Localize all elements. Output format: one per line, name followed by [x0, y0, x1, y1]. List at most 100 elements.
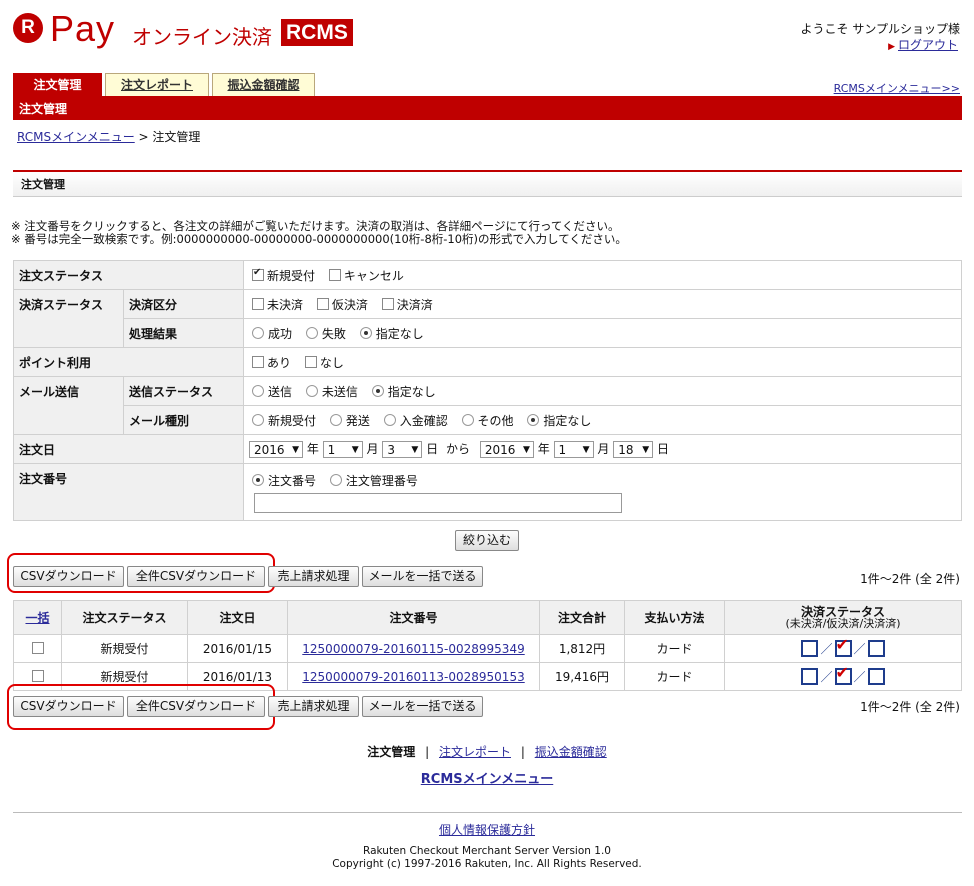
radio-mail-payment[interactable]: [383, 413, 396, 426]
option-label: 指定なし: [375, 326, 424, 341]
tab-order-management[interactable]: 注文管理: [13, 73, 102, 96]
to-day-select[interactable]: 18 ▼: [613, 441, 654, 458]
cell-total: 19,416円: [539, 662, 625, 691]
point-usage-options: あり なし: [243, 347, 962, 377]
online-payment-logo-text: オンライン決済: [132, 25, 272, 49]
mail-type-label: メール種別: [123, 405, 244, 435]
from-text: から: [446, 442, 471, 456]
checkbox-point-no[interactable]: [304, 355, 317, 368]
slash-divider: ／: [820, 642, 833, 656]
filter-submit-button[interactable]: 絞り込む: [455, 530, 519, 551]
bulk-select-link[interactable]: 一括: [25, 611, 49, 625]
bulk-mail-button-bottom[interactable]: メールを一括で送る: [362, 696, 483, 717]
breadcrumb-current: 注文管理: [152, 130, 201, 144]
footer-transfer-link[interactable]: 振込金額確認: [535, 745, 607, 759]
csv-all-download-button[interactable]: 全件CSVダウンロード: [127, 566, 265, 587]
option-label: 新規受付: [267, 268, 316, 283]
row-checkbox[interactable]: [31, 641, 44, 654]
footer-nav-separator: |: [520, 745, 525, 759]
order-number-link[interactable]: 1250000079-20160115-0028995349: [302, 642, 524, 656]
radio-failure[interactable]: [305, 326, 318, 339]
month-unit: 月: [366, 442, 379, 456]
checkbox-unsettled[interactable]: [252, 297, 264, 310]
sales-request-button-bottom[interactable]: 売上請求処理: [268, 696, 359, 717]
header-bulk[interactable]: 一括: [13, 600, 62, 635]
footer-copyright: Copyright (c) 1997-2016 Rakuten, Inc. Al…: [332, 858, 642, 870]
order-number-input[interactable]: [254, 493, 622, 513]
from-year-select[interactable]: 2016 ▼: [249, 441, 303, 458]
footer-rcms-main-link[interactable]: RCMSメインメニュー: [421, 772, 553, 787]
breadcrumb-separator: >: [134, 130, 153, 144]
radio-mail-other[interactable]: [461, 413, 474, 426]
logout-link[interactable]: ログアウト: [898, 38, 958, 52]
cell-method: カード: [624, 662, 725, 691]
csv-download-button[interactable]: CSVダウンロード: [13, 566, 124, 587]
row-checkbox[interactable]: [31, 669, 44, 682]
tab-transfer-amount[interactable]: 振込金額確認: [212, 73, 315, 96]
dropdown-arrow-icon: ▼: [522, 445, 530, 455]
settled-status-icon: [867, 668, 885, 685]
cell-status: 新規受付: [61, 634, 188, 663]
checkbox-provisional[interactable]: [316, 297, 329, 310]
page-title: 注文管理: [13, 96, 962, 120]
checkbox-settled[interactable]: [381, 297, 394, 310]
radio-unspecified[interactable]: [359, 326, 372, 339]
dropdown-arrow-icon: ▼: [292, 445, 299, 455]
order-date-range: 2016 ▼ 年 1 ▼ 月 3 ▼ 日 から 2016 ▼ 年 1 ▼ 月 18 ▼ 日: [243, 434, 962, 464]
month-unit: 月: [597, 442, 610, 456]
rcms-main-menu-link-top[interactable]: RCMSメインメニュー>>: [834, 80, 960, 96]
radio-unsent[interactable]: [305, 384, 318, 397]
to-month-select[interactable]: 1 ▼: [553, 441, 594, 458]
option-label: 決済済: [396, 297, 433, 312]
option-label: キャンセル: [343, 268, 404, 283]
footer-nav-current: 注文管理: [367, 745, 416, 759]
select-value: 18: [618, 443, 634, 457]
cell-total: 1,812円: [539, 634, 625, 663]
dropdown-arrow-icon: ▼: [642, 445, 650, 455]
footer-nav: 注文管理 | 注文レポート | 振込金額確認: [0, 743, 974, 760]
footer-order-report-link[interactable]: 注文レポート: [439, 745, 511, 759]
csv-all-download-button-bottom[interactable]: 全件CSVダウンロード: [127, 696, 265, 717]
cell-payment-status: ／／: [724, 662, 962, 691]
radio-success[interactable]: [252, 326, 264, 339]
logout-link-wrap: ▶ ログアウト: [888, 36, 958, 53]
order-number-field: 注文番号 注文管理番号: [243, 463, 962, 521]
radio-mail-new[interactable]: [252, 413, 264, 426]
checkbox-new-order[interactable]: [252, 267, 264, 281]
breadcrumb-home-link[interactable]: RCMSメインメニュー: [17, 130, 135, 144]
tab-order-report[interactable]: 注文レポート: [105, 73, 209, 96]
radio-management-number[interactable]: [329, 474, 342, 486]
to-year-select[interactable]: 2016 ▼: [479, 441, 534, 458]
checkbox-point-yes[interactable]: [252, 355, 264, 368]
from-month-select[interactable]: 1 ▼: [322, 441, 363, 458]
radio-mail-unspecified[interactable]: [527, 413, 540, 426]
option-label: あり: [267, 355, 292, 370]
provisional-status-check-icon: [834, 635, 852, 657]
from-day-select[interactable]: 3 ▼: [382, 441, 423, 458]
cell-number: 1250000079-20160115-0028995349: [287, 634, 540, 663]
year-unit: 年: [537, 442, 550, 456]
radio-mail-ship[interactable]: [329, 413, 342, 426]
order-number-link[interactable]: 1250000079-20160113-0028950153: [302, 670, 524, 684]
cell-number: 1250000079-20160113-0028950153: [287, 662, 540, 691]
csv-download-button-bottom[interactable]: CSVダウンロード: [13, 696, 124, 717]
rakuten-r-logo: R: [13, 13, 43, 43]
sales-request-button[interactable]: 売上請求処理: [268, 566, 359, 587]
day-unit: 日: [657, 442, 670, 456]
privacy-policy-link[interactable]: 個人情報保護方針: [439, 823, 535, 837]
dropdown-arrow-icon: ▼: [351, 445, 359, 455]
result-count: 1件～2件 (全 2件): [860, 572, 960, 586]
bulk-mail-button[interactable]: メールを一括で送る: [362, 566, 483, 587]
radio-send-unspecified[interactable]: [371, 384, 384, 397]
tab-label: 振込金額確認: [227, 78, 300, 92]
radio-order-number[interactable]: [252, 474, 264, 486]
settled-status-icon: [867, 640, 885, 657]
process-result-label: 処理結果: [123, 318, 244, 348]
welcome-text: ようこそ サンプルショップ様: [800, 22, 960, 36]
mail-type-options: 新規受付 発送 入金確認 その他 指定なし: [243, 405, 962, 435]
slash-divider: ／: [853, 670, 866, 684]
option-label: 発送: [345, 413, 370, 428]
results-table: 一括 注文ステータス 注文日 注文番号 注文合計 支払い方法 決済ステータス (…: [13, 600, 962, 691]
checkbox-cancel[interactable]: [328, 268, 341, 281]
radio-sent[interactable]: [252, 384, 264, 397]
